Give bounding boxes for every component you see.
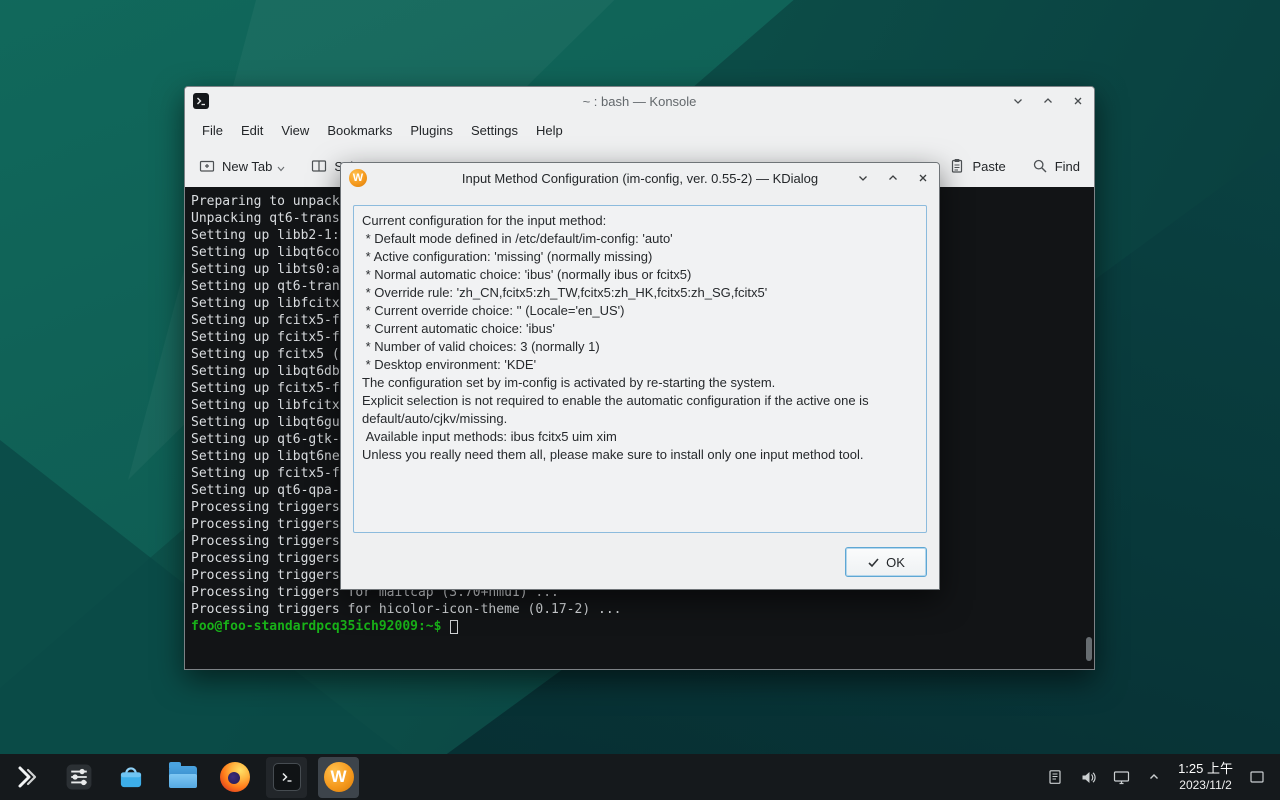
dialog-text-line: * Desktop environment: 'KDE' (362, 356, 918, 374)
shell-prompt: foo@foo-standardpcq35ich92009:~$ (191, 618, 449, 635)
menu-item[interactable]: Edit (232, 119, 272, 142)
kdialog-window-title: Input Method Configuration (im-config, v… (462, 171, 818, 186)
dialog-text-line: * Default mode defined in /etc/default/i… (362, 230, 918, 248)
menu-item[interactable]: File (193, 119, 232, 142)
konsole-app-icon (193, 93, 209, 109)
im-config-task-icon[interactable]: W (318, 757, 359, 798)
konsole-titlebar[interactable]: ~ : bash — Konsole (185, 87, 1094, 115)
dialog-text-line: The configuration set by im-config is ac… (362, 374, 918, 392)
clock[interactable]: 1:25 上午 2023/11/2 (1178, 761, 1233, 792)
new-tab-label: New Tab (222, 159, 272, 174)
close-icon[interactable] (1070, 93, 1086, 109)
check-icon (867, 556, 880, 569)
dialog-text-line: * Override rule: 'zh_CN,fcitx5:zh_TW,fci… (362, 284, 918, 302)
new-tab-button[interactable]: New Tab (199, 158, 285, 174)
new-tab-icon (199, 158, 215, 174)
dialog-text-line: * Active configuration: 'missing' (norma… (362, 248, 918, 266)
terminal-cursor (450, 620, 458, 634)
kdialog-window: W Input Method Configuration (im-config,… (340, 162, 940, 590)
maximize-icon[interactable] (1040, 93, 1056, 109)
chevron-down-icon (277, 166, 285, 172)
dialog-text-line: * Current automatic choice: 'ibus' (362, 320, 918, 338)
find-button[interactable]: Find (1032, 158, 1080, 174)
konsole-window-title: ~ : bash — Konsole (583, 94, 697, 109)
minimize-icon[interactable] (855, 170, 871, 186)
folder-icon (169, 766, 197, 788)
show-desktop-icon[interactable] (1248, 768, 1266, 786)
menu-item[interactable]: Help (527, 119, 572, 142)
file-manager-icon[interactable] (162, 757, 203, 798)
dialog-text-line: Unless you really need them all, please … (362, 446, 918, 464)
dialog-text-line: Available input methods: ibus fcitx5 uim… (362, 428, 918, 446)
clock-time: 1:25 上午 (1178, 761, 1233, 777)
menu-item[interactable]: Bookmarks (318, 119, 401, 142)
taskbar: W 1:25 上午 2023/11/2 (0, 754, 1280, 800)
im-config-message-box: Current configuration for the input meth… (353, 205, 927, 533)
terminal-scrollbar[interactable] (1084, 187, 1094, 669)
maximize-icon[interactable] (885, 170, 901, 186)
dialog-text-line: Current configuration for the input meth… (362, 212, 918, 230)
terminal-line: Processing triggers for hicolor-icon-the… (191, 601, 1088, 618)
konsole-task-icon[interactable] (266, 757, 307, 798)
menu-item[interactable]: Settings (462, 119, 527, 142)
terminal-prompt-line: foo@foo-standardpcq35ich92009:~$ (191, 618, 1088, 635)
dialog-text-line: * Normal automatic choice: 'ibus' (norma… (362, 266, 918, 284)
display-icon[interactable] (1112, 768, 1130, 786)
menu-item[interactable]: View (272, 119, 318, 142)
search-icon (1032, 158, 1048, 174)
find-label: Find (1055, 159, 1080, 174)
minimize-icon[interactable] (1010, 93, 1026, 109)
dialog-text-line: Explicit selection is not required to en… (362, 392, 918, 428)
discover-app-icon[interactable] (110, 757, 151, 798)
paste-icon (949, 158, 965, 174)
clipboard-icon[interactable] (1046, 768, 1064, 786)
dialog-text-line: * Current override choice: '' (Locale='e… (362, 302, 918, 320)
konsole-menubar: FileEditViewBookmarksPluginsSettingsHelp (185, 115, 1094, 145)
firefox-icon[interactable] (214, 757, 255, 798)
chevron-up-icon[interactable] (1145, 768, 1163, 786)
app-launcher-icon[interactable] (6, 757, 47, 798)
clock-date: 2023/11/2 (1178, 778, 1233, 793)
im-config-icon: W (349, 169, 367, 187)
close-icon[interactable] (915, 170, 931, 186)
kdialog-titlebar[interactable]: W Input Method Configuration (im-config,… (341, 163, 939, 193)
terminal-icon (273, 763, 301, 791)
paste-label: Paste (972, 159, 1005, 174)
system-settings-icon[interactable] (58, 757, 99, 798)
ok-button-label: OK (886, 555, 905, 570)
ok-button[interactable]: OK (845, 547, 927, 577)
dialog-text-line: * Number of valid choices: 3 (normally 1… (362, 338, 918, 356)
paste-button[interactable]: Paste (949, 158, 1005, 174)
im-config-icon: W (324, 762, 354, 792)
menu-item[interactable]: Plugins (401, 119, 462, 142)
split-view-icon (311, 158, 327, 174)
volume-icon[interactable] (1079, 768, 1097, 786)
scrollbar-thumb[interactable] (1086, 637, 1092, 661)
